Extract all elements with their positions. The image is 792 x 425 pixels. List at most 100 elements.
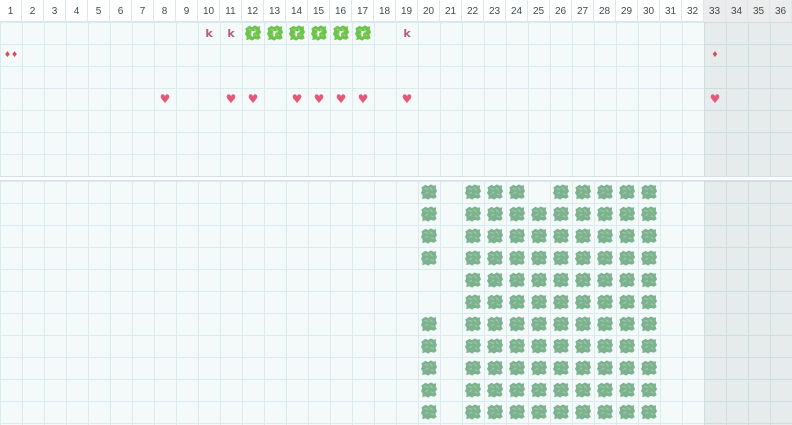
field-cell-day-28-row-2[interactable] — [594, 203, 616, 225]
day-label-22[interactable]: 22 — [462, 0, 484, 22]
field-cell-day-20-row-10[interactable] — [418, 379, 440, 401]
field-cell-day-28-row-8[interactable] — [594, 335, 616, 357]
field-cell-day-28-row-7[interactable] — [594, 313, 616, 335]
field-cell-day-27-row-1[interactable] — [572, 181, 594, 203]
field-cell-day-22-row-9[interactable] — [462, 357, 484, 379]
heart-marker-day-19[interactable]: ♥ — [396, 88, 418, 110]
field-cell-day-23-row-6[interactable] — [484, 291, 506, 313]
field-cell-day-26-row-7[interactable] — [550, 313, 572, 335]
sprout-marker-day-14[interactable]: r — [286, 22, 308, 44]
field-cell-day-20-row-3[interactable] — [418, 225, 440, 247]
day-label-8[interactable]: 8 — [154, 0, 176, 22]
field-cell-day-22-row-7[interactable] — [462, 313, 484, 335]
field-cell-day-30-row-3[interactable] — [638, 225, 660, 247]
day-label-31[interactable]: 31 — [660, 0, 682, 22]
field-cell-day-24-row-4[interactable] — [506, 247, 528, 269]
sprout-marker-day-16[interactable]: r — [330, 22, 352, 44]
field-cell-day-26-row-3[interactable] — [550, 225, 572, 247]
day-label-24[interactable]: 24 — [506, 0, 528, 22]
heart-marker-day-12[interactable]: ♥ — [242, 88, 264, 110]
field-cell-day-24-row-7[interactable] — [506, 313, 528, 335]
field-cell-day-23-row-2[interactable] — [484, 203, 506, 225]
day-label-25[interactable]: 25 — [528, 0, 550, 22]
field-cell-day-23-row-4[interactable] — [484, 247, 506, 269]
day-label-9[interactable]: 9 — [176, 0, 198, 22]
day-label-15[interactable]: 15 — [308, 0, 330, 22]
field-cell-day-22-row-1[interactable] — [462, 181, 484, 203]
field-cell-day-28-row-5[interactable] — [594, 269, 616, 291]
field-cell-day-29-row-3[interactable] — [616, 225, 638, 247]
field-cell-day-25-row-5[interactable] — [528, 269, 550, 291]
field-cell-day-22-row-2[interactable] — [462, 203, 484, 225]
field-cell-day-23-row-10[interactable] — [484, 379, 506, 401]
field-cell-day-20-row-4[interactable] — [418, 247, 440, 269]
field-cell-day-26-row-5[interactable] — [550, 269, 572, 291]
field-cell-day-22-row-3[interactable] — [462, 225, 484, 247]
field-cell-day-28-row-11[interactable] — [594, 401, 616, 423]
field-cell-day-24-row-2[interactable] — [506, 203, 528, 225]
day-label-36[interactable]: 36 — [770, 0, 792, 22]
day-label-26[interactable]: 26 — [550, 0, 572, 22]
field-cell-day-28-row-1[interactable] — [594, 181, 616, 203]
field-cell-day-30-row-4[interactable] — [638, 247, 660, 269]
field-cell-day-20-row-9[interactable] — [418, 357, 440, 379]
field-cell-day-30-row-6[interactable] — [638, 291, 660, 313]
drop-marker-day-1[interactable]: ♦♦ — [0, 44, 22, 66]
field-cell-day-29-row-7[interactable] — [616, 313, 638, 335]
field-cell-day-20-row-7[interactable] — [418, 313, 440, 335]
field-cell-day-24-row-5[interactable] — [506, 269, 528, 291]
day-label-6[interactable]: 6 — [110, 0, 132, 22]
field-cell-day-22-row-4[interactable] — [462, 247, 484, 269]
heart-marker-day-17[interactable]: ♥ — [352, 88, 374, 110]
field-cell-day-26-row-8[interactable] — [550, 335, 572, 357]
field-cell-day-24-row-6[interactable] — [506, 291, 528, 313]
field-cell-day-27-row-2[interactable] — [572, 203, 594, 225]
day-label-13[interactable]: 13 — [264, 0, 286, 22]
day-label-11[interactable]: 11 — [220, 0, 242, 22]
field-cell-day-20-row-1[interactable] — [418, 181, 440, 203]
day-label-10[interactable]: 10 — [198, 0, 220, 22]
field-cell-day-26-row-4[interactable] — [550, 247, 572, 269]
field-cell-day-29-row-8[interactable] — [616, 335, 638, 357]
heart-marker-day-8[interactable]: ♥ — [154, 88, 176, 110]
field-cell-day-25-row-9[interactable] — [528, 357, 550, 379]
field-cell-day-22-row-11[interactable] — [462, 401, 484, 423]
field-cell-day-26-row-11[interactable] — [550, 401, 572, 423]
heart-marker-day-15[interactable]: ♥ — [308, 88, 330, 110]
field-cell-day-25-row-6[interactable] — [528, 291, 550, 313]
field-cell-day-25-row-3[interactable] — [528, 225, 550, 247]
field-cell-day-22-row-10[interactable] — [462, 379, 484, 401]
day-label-2[interactable]: 2 — [22, 0, 44, 22]
day-label-34[interactable]: 34 — [726, 0, 748, 22]
field-cell-day-28-row-4[interactable] — [594, 247, 616, 269]
field-cell-day-23-row-11[interactable] — [484, 401, 506, 423]
field-cell-day-29-row-9[interactable] — [616, 357, 638, 379]
field-cell-day-29-row-4[interactable] — [616, 247, 638, 269]
day-label-5[interactable]: 5 — [88, 0, 110, 22]
field-cell-day-27-row-3[interactable] — [572, 225, 594, 247]
field-cell-day-27-row-11[interactable] — [572, 401, 594, 423]
day-label-20[interactable]: 20 — [418, 0, 440, 22]
k-marker-day-11[interactable]: k — [220, 22, 242, 44]
day-label-29[interactable]: 29 — [616, 0, 638, 22]
field-cell-day-30-row-10[interactable] — [638, 379, 660, 401]
field-cell-day-22-row-5[interactable] — [462, 269, 484, 291]
field-cell-day-24-row-10[interactable] — [506, 379, 528, 401]
day-label-33[interactable]: 33 — [704, 0, 726, 22]
field-cell-day-27-row-4[interactable] — [572, 247, 594, 269]
field-cell-day-26-row-1[interactable] — [550, 181, 572, 203]
day-label-17[interactable]: 17 — [352, 0, 374, 22]
field-cell-day-30-row-7[interactable] — [638, 313, 660, 335]
heart-marker-day-33[interactable]: ♥ — [704, 88, 726, 110]
field-cell-day-30-row-11[interactable] — [638, 401, 660, 423]
field-cell-day-24-row-3[interactable] — [506, 225, 528, 247]
k-marker-day-10[interactable]: k — [198, 22, 220, 44]
day-label-7[interactable]: 7 — [132, 0, 154, 22]
day-label-18[interactable]: 18 — [374, 0, 396, 22]
field-cell-day-26-row-2[interactable] — [550, 203, 572, 225]
heart-marker-day-14[interactable]: ♥ — [286, 88, 308, 110]
field-cell-day-26-row-10[interactable] — [550, 379, 572, 401]
field-cell-day-27-row-7[interactable] — [572, 313, 594, 335]
field-cell-day-20-row-8[interactable] — [418, 335, 440, 357]
field-cell-day-23-row-8[interactable] — [484, 335, 506, 357]
